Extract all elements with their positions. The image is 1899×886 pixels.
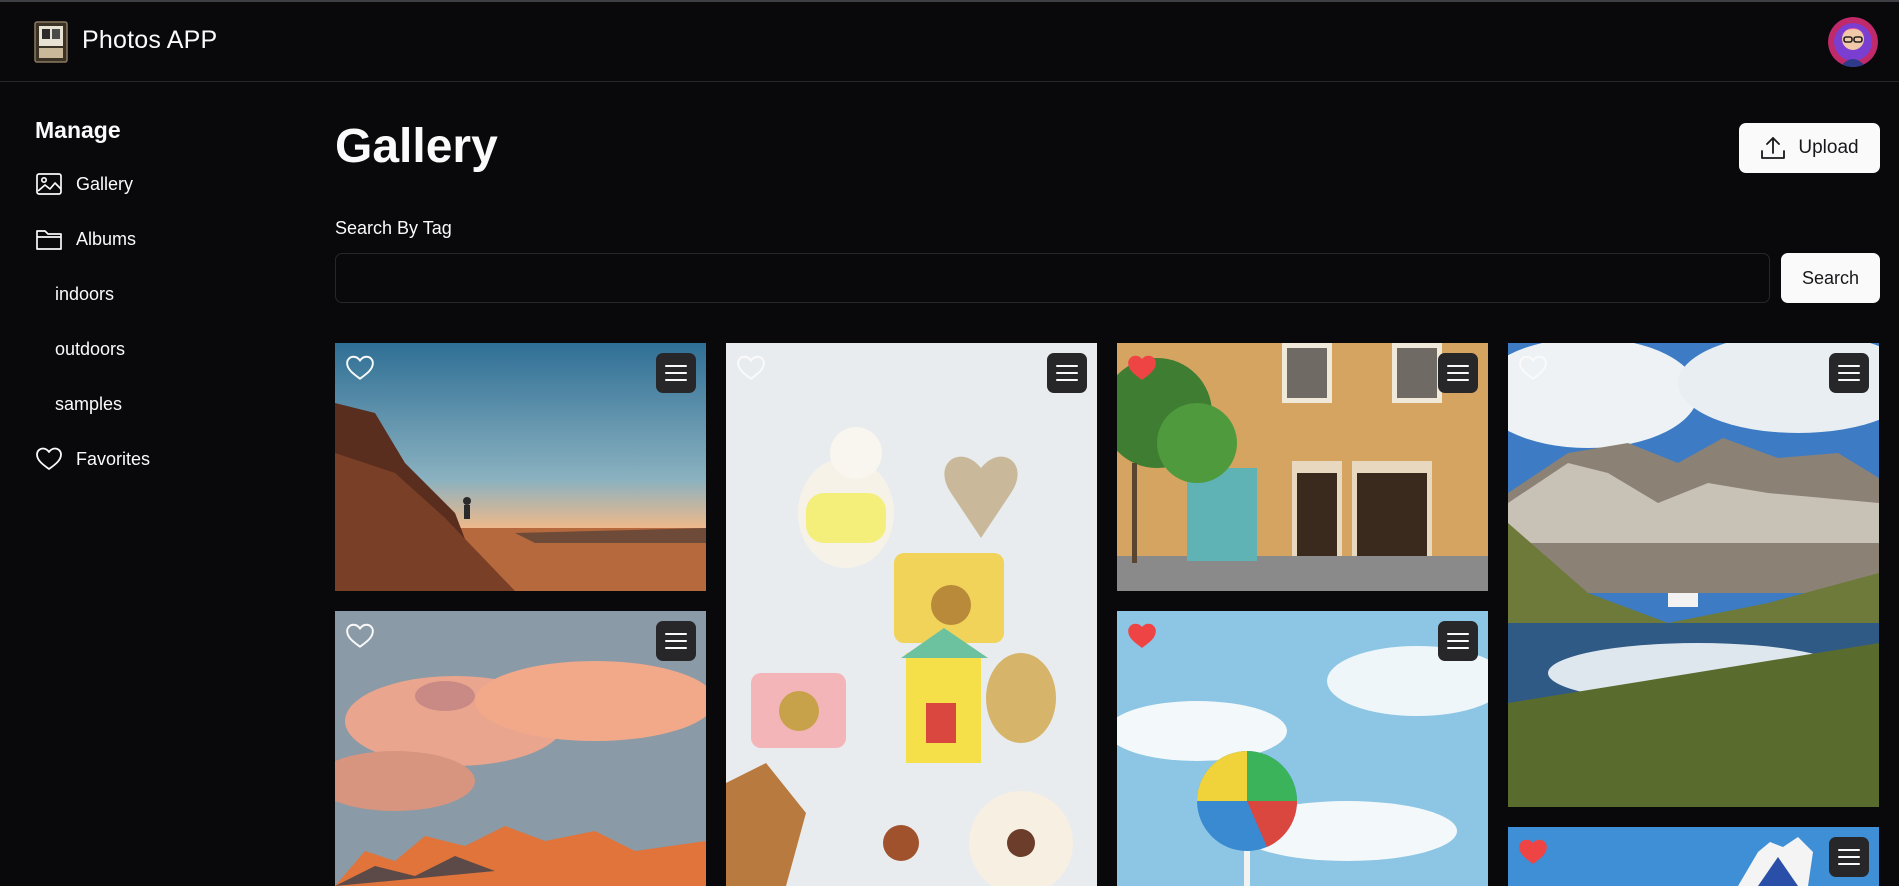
hamburger-menu-icon bbox=[1838, 849, 1860, 865]
photo-card[interactable] bbox=[726, 343, 1097, 886]
photo-desert-cliff bbox=[335, 343, 706, 591]
favorite-toggle-icon[interactable] bbox=[736, 353, 766, 383]
photo-beach-ball-lollipop bbox=[1117, 611, 1488, 886]
album-item-indoors[interactable]: indoors bbox=[55, 284, 114, 305]
photo-menu-button[interactable] bbox=[1829, 353, 1869, 393]
photo-menu-button[interactable] bbox=[1438, 353, 1478, 393]
photo-menu-button[interactable] bbox=[1047, 353, 1087, 393]
upload-icon bbox=[1761, 137, 1786, 159]
hamburger-menu-icon bbox=[1447, 633, 1469, 649]
favorite-toggle-icon[interactable] bbox=[345, 353, 375, 383]
hamburger-menu-icon bbox=[665, 633, 687, 649]
sidebar-item-gallery[interactable]: Gallery bbox=[35, 169, 133, 199]
sidebar-item-albums[interactable]: Albums bbox=[35, 224, 136, 254]
hamburger-menu-icon bbox=[1838, 365, 1860, 381]
photo-card[interactable] bbox=[1508, 827, 1879, 886]
search-label: Search By Tag bbox=[335, 218, 452, 238]
photo-card[interactable] bbox=[1508, 343, 1879, 807]
sidebar-item-label: Gallery bbox=[76, 173, 134, 194]
photo-mountain-lake bbox=[1508, 343, 1879, 807]
avatar-image bbox=[1828, 17, 1878, 67]
page-title: Gallery bbox=[335, 120, 498, 173]
upload-label: Upload bbox=[1798, 137, 1859, 158]
sidebar-item-label: Albums bbox=[76, 228, 137, 249]
sidebar: Manage Gallery Albums indoors outdoors s… bbox=[0, 83, 300, 886]
photo-card[interactable] bbox=[1117, 611, 1488, 886]
user-avatar[interactable] bbox=[1828, 17, 1878, 67]
folder-icon bbox=[36, 230, 62, 250]
album-item-outdoors[interactable]: outdoors bbox=[55, 339, 125, 360]
sidebar-heading: Manage bbox=[35, 117, 121, 143]
search-button[interactable]: Search bbox=[1781, 253, 1880, 303]
favorite-toggle-icon[interactable] bbox=[1518, 837, 1548, 867]
photo-card[interactable] bbox=[335, 611, 706, 886]
favorite-toggle-icon[interactable] bbox=[345, 621, 375, 651]
app-header: Photos APP bbox=[0, 2, 1899, 82]
sidebar-item-label: Favorites bbox=[76, 448, 151, 469]
photo-pink-clouds bbox=[335, 611, 706, 886]
hamburger-menu-icon bbox=[1447, 365, 1469, 381]
app-title: Photos APP bbox=[82, 26, 218, 54]
photo-menu-button[interactable] bbox=[1829, 837, 1869, 877]
favorite-toggle-icon[interactable] bbox=[1518, 353, 1548, 383]
favorite-toggle-icon[interactable] bbox=[1127, 621, 1157, 651]
photo-blue-sculpture bbox=[1508, 827, 1879, 886]
album-item-samples[interactable]: samples bbox=[55, 394, 122, 415]
hamburger-menu-icon bbox=[1056, 365, 1078, 381]
heart-icon bbox=[36, 447, 62, 470]
search-input[interactable] bbox=[335, 253, 1770, 303]
sidebar-item-favorites[interactable]: Favorites bbox=[35, 444, 150, 474]
photo-toys-flatlay bbox=[726, 343, 1097, 886]
image-icon bbox=[36, 173, 62, 195]
favorite-toggle-icon[interactable] bbox=[1127, 353, 1157, 383]
photo-menu-button[interactable] bbox=[656, 621, 696, 661]
photo-card[interactable] bbox=[1117, 343, 1488, 591]
photo-yellow-building bbox=[1117, 343, 1488, 591]
photo-album-logo-icon bbox=[34, 21, 68, 63]
hamburger-menu-icon bbox=[665, 365, 687, 381]
photo-menu-button[interactable] bbox=[656, 353, 696, 393]
photo-card[interactable] bbox=[335, 343, 706, 591]
photo-menu-button[interactable] bbox=[1438, 621, 1478, 661]
upload-button[interactable]: Upload bbox=[1739, 123, 1880, 173]
